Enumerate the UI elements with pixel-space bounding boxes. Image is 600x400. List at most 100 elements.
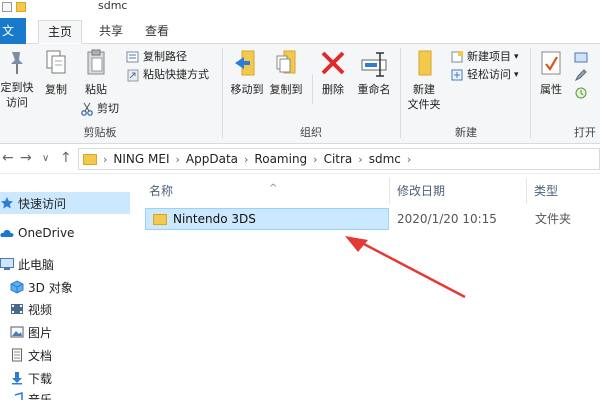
cut-button[interactable]: 剪切 [80,100,119,118]
chevron-right-icon[interactable]: › [244,153,248,166]
file-date: 2020/1/20 10:15 [397,212,497,226]
chevron-down-icon: ▾ [514,52,519,62]
new-folder-quick-icon[interactable] [16,2,26,12]
file-list: 名称 ^ 修改日期 类型 Nintendo 3DS 2020/1/20 10:1… [135,176,600,400]
nav-item-label: OneDrive [18,226,75,240]
up-arrow-icon[interactable]: ↑ [60,150,72,166]
nav-item-documents[interactable]: 文档 [0,344,130,366]
table-row[interactable]: Nintendo 3DS 2020/1/20 10:15 文件夹 [145,208,600,230]
breadcrumb-item[interactable]: NING MEI [113,152,169,166]
copy-path-label: 复制路径 [143,50,187,63]
recent-locations-chevron-icon[interactable]: ∨ [42,153,49,164]
tab-home[interactable]: 主页 [38,20,82,44]
properties-quick-icon[interactable] [2,2,12,12]
forward-arrow-icon[interactable]: → [20,150,32,166]
chevron-right-icon[interactable]: › [103,153,107,166]
chevron-right-icon[interactable]: › [176,153,180,166]
breadcrumb-item[interactable]: sdmc [369,152,401,166]
history-icon [574,86,588,100]
rename-button[interactable]: 重命名 [354,48,394,97]
nav-item-label: 此电脑 [18,257,55,272]
breadcrumb-item[interactable]: Citra [324,152,353,166]
chevron-right-icon[interactable]: › [313,153,317,166]
paste-shortcut-button[interactable]: 粘贴快捷方式 [126,66,209,84]
nav-item-onedrive[interactable]: OneDrive [0,222,130,244]
column-header-label: 名称 [149,184,174,198]
new-group-label: 新建 [455,126,477,139]
copy-path-button[interactable]: 复制路径 [126,48,187,66]
group-divider [400,48,401,138]
copy-to-label: 复制到 [269,83,303,96]
nav-item-3d-objects[interactable]: 3D 对象 [0,276,130,298]
nav-item-music[interactable]: 音乐 [0,388,130,400]
tab-share[interactable]: 共享 [94,20,128,44]
folder-icon [83,153,97,165]
paste-shortcut-icon [126,68,140,82]
paste-button[interactable]: 粘贴 [82,48,110,97]
star-icon [0,196,14,210]
ribbon-tabs: 文 主页 共享 查看 [0,14,600,44]
back-arrow-icon[interactable]: ← [2,150,14,166]
pin-label-1: 定到快 [0,81,34,94]
sort-ascending-icon: ^ [269,183,278,194]
chevron-right-icon[interactable]: › [407,153,411,166]
tab-view[interactable]: 查看 [140,20,174,44]
column-divider[interactable] [389,178,390,204]
move-to-icon [232,48,262,78]
nav-item-pictures[interactable]: 图片 [0,321,130,343]
open-dropdown-button[interactable] [574,48,588,66]
chevron-down-icon: ▾ [514,70,519,80]
rename-icon [360,48,388,78]
properties-button[interactable]: 属性 [536,48,566,97]
address-bar[interactable]: › NING MEI › AppData › Roaming › Citra ›… [78,148,600,170]
nav-item-label: 下载 [28,371,53,386]
cube-icon [10,280,24,294]
column-divider[interactable] [526,178,527,204]
rename-label: 重命名 [357,83,391,96]
copy-to-button[interactable]: 复制到 [266,48,306,97]
tab-file[interactable]: 文 [0,18,26,44]
edit-button[interactable] [574,66,588,84]
column-header-type[interactable]: 类型 [528,180,600,202]
pin-to-quick-access-button[interactable]: 定到快 访问 [0,48,34,110]
nav-item-label: 视频 [28,302,53,317]
nav-item-this-pc[interactable]: 此电脑 [0,253,130,275]
music-icon [10,392,24,400]
new-item-button[interactable]: 新建项目 ▾ [450,48,519,66]
history-button[interactable] [574,84,588,102]
breadcrumb-item[interactable]: Roaming [254,152,307,166]
nav-item-videos[interactable]: 视频 [0,298,130,320]
copy-button[interactable]: 复制 [42,48,70,97]
new-folder-button[interactable]: 新建 文件夹 [404,48,444,112]
move-to-label: 移动到 [230,83,264,96]
computer-icon [0,257,14,271]
pin-icon [6,48,28,76]
chevron-right-icon[interactable]: › [358,153,362,166]
delete-button[interactable]: 删除 [318,48,348,97]
address-row: ← → ∨ ↑ › NING MEI › AppData › Roaming ›… [0,144,600,174]
nav-item-quick-access[interactable]: 快速访问 [0,192,130,214]
column-header-name[interactable]: 名称 ^ [143,180,388,202]
document-icon [10,348,24,362]
ribbon: 定到快 访问 复制 粘贴 复制路径 粘贴快捷方式 剪切 剪贴板 移动到 复制到 … [0,44,600,144]
delete-label: 删除 [322,83,344,96]
new-folder-label-2: 文件夹 [407,98,441,111]
column-header-date[interactable]: 修改日期 [391,180,526,202]
open-group-label: 打开 [574,126,596,139]
nav-item-label: 音乐 [28,392,53,400]
download-icon [10,371,24,385]
nav-item-downloads[interactable]: 下载 [0,367,130,389]
scissors-icon [80,102,94,116]
cloud-icon [0,226,14,240]
move-to-button[interactable]: 移动到 [227,48,267,97]
delete-x-icon [319,48,347,78]
new-folder-icon [409,48,439,78]
organize-inner-divider [312,74,313,104]
copy-icon [44,48,68,78]
breadcrumb-item[interactable]: AppData [186,152,238,166]
title-bar: sdmc [0,0,600,14]
copy-label: 复制 [45,83,67,96]
easy-access-button[interactable]: 轻松访问 ▾ [450,66,519,84]
breadcrumb: › NING MEI › AppData › Roaming › Citra ›… [83,149,411,169]
new-item-label: 新建项目 [467,50,511,63]
